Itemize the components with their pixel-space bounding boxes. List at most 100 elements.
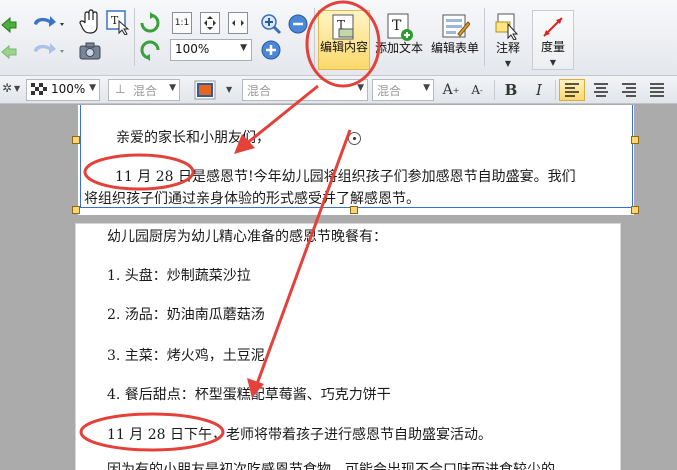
fit-width-icon — [232, 20, 244, 26]
menu-item[interactable]: 2. 汤品：奶油南瓜蘑菇汤 — [107, 304, 265, 324]
rotate-icon — [140, 12, 160, 33]
undo-button[interactable] — [28, 12, 68, 36]
resize-handle[interactable] — [631, 206, 639, 214]
font-size-select[interactable]: 混合 ▼ — [372, 79, 434, 101]
opacity-value: 100% — [51, 82, 86, 96]
justify-button[interactable] — [645, 79, 669, 101]
rotate-cw-button[interactable] — [138, 10, 162, 36]
selection-edge-left — [80, 105, 81, 208]
menu-item[interactable]: 4. 餐后甜点：杯型蛋糕配草莓酱、巧克力饼干 — [107, 384, 391, 404]
blend-mode-value: 混合 — [133, 84, 158, 98]
format-toolbar: ✲ ▼ 100% ▼ ⊥ 混合 ▼ ▼ 混合 ▼ 混合 ▼ A + A- B I — [0, 76, 677, 104]
font-family-select[interactable]: 混合 ▼ — [242, 79, 368, 101]
chevron-down-icon[interactable]: ▼ — [226, 85, 232, 94]
italic-button[interactable]: I — [528, 79, 550, 101]
rotate-ccw-button[interactable] — [138, 38, 162, 62]
annotation-button[interactable]: 注释 ▼ — [488, 10, 528, 70]
format-separator — [555, 80, 556, 100]
plus-circle-icon — [261, 40, 281, 60]
pdf-editor-window: T 1:1 100% ▼ T 编辑内容 T 添加文本 编辑表单 注释 ▼ 度量 … — [0, 0, 677, 470]
annotation-label: 注释 — [495, 41, 520, 55]
edit-form-button[interactable]: 编辑表单 — [428, 10, 482, 70]
blend-mode-select[interactable]: ⊥ 混合 ▼ — [108, 79, 180, 101]
truncated-paragraph-text[interactable]: 因为有的小朋友是初次吃感恩节食物，可能会出现不合口味而进食较少的 — [107, 459, 555, 470]
fit-width-button[interactable] — [228, 12, 248, 34]
resize-handle[interactable] — [631, 136, 639, 144]
toolbar-separator — [314, 8, 315, 66]
chevron-down-icon: ▼ — [549, 58, 557, 67]
selection-edge-right — [632, 105, 633, 208]
nav-forward-icon[interactable] — [0, 42, 18, 62]
undo-icon — [34, 16, 64, 27]
redo-icon — [34, 43, 64, 54]
measure-button[interactable]: 度量 ▼ — [532, 10, 574, 70]
menu-intro-text[interactable]: 幼儿园厨房为幼儿精心准备的感恩节晚餐有： — [107, 226, 387, 246]
fit-page-button[interactable] — [200, 12, 220, 34]
add-text-button[interactable]: T 添加文本 — [373, 10, 425, 70]
increase-font-button[interactable]: A + — [440, 79, 462, 101]
paragraph-line-2[interactable]: 将组织孩子们通过亲身体验的形式感受并了解感恩节。 — [84, 188, 420, 208]
hand-tool-icon — [79, 9, 98, 34]
resize-handle[interactable] — [72, 206, 80, 214]
align-center-button[interactable] — [589, 79, 613, 101]
align-right-button[interactable] — [617, 79, 641, 101]
opacity-select[interactable]: 100% ▼ — [26, 79, 100, 101]
align-left-button[interactable] — [559, 79, 585, 101]
sparkle-icon[interactable]: ✲ — [2, 81, 12, 95]
align-left-icon — [565, 83, 579, 97]
blend-icon: ⊥ — [115, 82, 126, 96]
chevron-down-icon: ▼ — [14, 84, 21, 93]
zoom-out-icon — [288, 14, 308, 34]
select-text-icon: T — [106, 10, 130, 35]
add-text-icon: T — [387, 13, 413, 41]
color-swatch-icon — [194, 80, 216, 100]
font-family-value: 混合 — [247, 84, 272, 98]
main-toolbar: T 1:1 100% ▼ T 编辑内容 T 添加文本 编辑表单 注释 ▼ 度量 … — [0, 0, 677, 76]
annotation-icon — [495, 13, 519, 40]
rotate-handle-icon[interactable] — [348, 132, 361, 145]
decrease-font-button[interactable]: A- — [466, 79, 488, 101]
afternoon-activity-text[interactable]: 11 月 28 日下午，老师将带着孩子进行感恩节自助盛宴活动。 — [107, 424, 492, 444]
toolbar-separator — [484, 8, 485, 66]
edit-form-label: 编辑表单 — [430, 41, 479, 55]
select-text-button[interactable]: T — [104, 8, 132, 36]
add-text-label: 添加文本 — [374, 41, 423, 55]
paragraph-line-1[interactable]: 11 月 28 日是感恩节!今年幼儿园将组织孩子们参加感恩节自助盛宴。我们 — [115, 166, 576, 186]
menu-item[interactable]: 3. 主菜：烤火鸡，土豆泥 — [107, 345, 265, 365]
font-size-value: 混合 — [377, 84, 402, 98]
chevron-down-icon: ▼ — [357, 83, 364, 93]
hand-tool-button[interactable] — [78, 8, 102, 36]
document-viewport[interactable]: 亲爱的家长和小朋友们， 11 月 28 日是感恩节!今年幼儿园将组织孩子们参加感… — [0, 105, 677, 470]
fill-color-button[interactable] — [193, 80, 217, 100]
menu-item[interactable]: 1. 头盘：炒制蔬菜沙拉 — [107, 265, 251, 285]
chevron-down-icon: ▼ — [240, 43, 247, 53]
redo-button[interactable] — [28, 40, 68, 62]
format-separator — [494, 80, 495, 100]
align-center-icon — [594, 83, 608, 97]
nav-back-icon[interactable] — [0, 14, 18, 36]
justify-icon — [650, 83, 664, 97]
snapshot-button[interactable] — [78, 40, 102, 62]
zoom-level-select[interactable]: 100% ▼ — [170, 39, 252, 61]
zoom-out-button[interactable] — [286, 12, 310, 36]
chevron-down-icon: ▼ — [504, 59, 512, 68]
fit-page-icon — [204, 16, 216, 30]
chevron-down-icon: ▼ — [169, 83, 176, 93]
zoom-in-icon — [261, 14, 282, 35]
bold-button[interactable]: B — [500, 79, 522, 101]
rotate-ccw-icon — [140, 40, 160, 61]
zoom-plus-button[interactable] — [259, 38, 283, 62]
edit-content-button[interactable]: T 编辑内容 — [318, 10, 370, 70]
measure-icon — [543, 17, 563, 37]
zoom-level-value: 100% — [175, 42, 210, 56]
zoom-in-tool-button[interactable] — [259, 12, 283, 36]
resize-handle[interactable] — [350, 206, 358, 214]
greeting-text[interactable]: 亲爱的家长和小朋友们， — [116, 127, 270, 147]
edit-form-icon — [442, 14, 470, 38]
svg-text:T: T — [111, 14, 119, 27]
chevron-down-icon: ▼ — [423, 83, 430, 93]
chevron-down-icon: ▼ — [89, 83, 96, 93]
actual-size-button[interactable]: 1:1 — [172, 12, 192, 34]
resize-handle[interactable] — [72, 136, 80, 144]
toolbar-separator — [134, 8, 135, 66]
